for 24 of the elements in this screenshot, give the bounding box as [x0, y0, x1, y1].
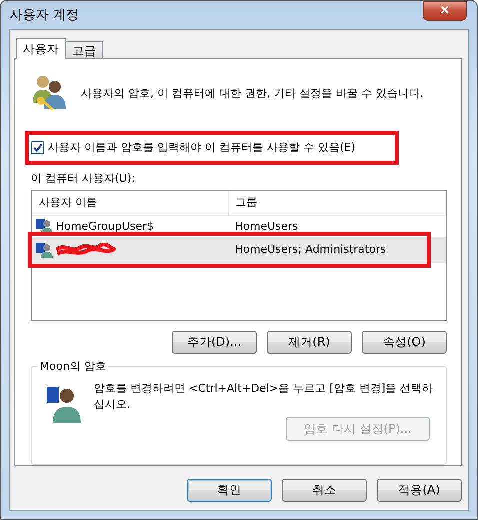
table-cell-text: HomeUsers; Administrators: [234, 243, 386, 256]
group-title: Moon의 암호: [38, 359, 108, 374]
checkbox-label[interactable]: 사용자 이름과 암호를 입력해야 이 컴퓨터를 사용할 수 있음(E): [48, 140, 356, 156]
table-cell: HomeGroupUser$: [56, 220, 154, 233]
tab[interactable]: 고급: [65, 41, 103, 58]
close-button[interactable]: ×: [423, 1, 467, 21]
tab[interactable]: 사용자: [16, 38, 66, 59]
column-header[interactable]: 그룹: [228, 190, 446, 215]
intro-text: 사용자의 암호, 이 컴퓨터에 대한 권한, 기타 설정을 바꿀 수 있습니다.: [81, 86, 424, 100]
dialog-button[interactable]: 취소: [282, 479, 367, 502]
column-header[interactable]: 사용자 이름: [32, 190, 229, 215]
list-button[interactable]: 추가(D)...: [172, 331, 257, 354]
list-button[interactable]: 속성(O): [362, 331, 447, 354]
checkbox[interactable]: [31, 141, 44, 154]
list-label: 이 컴퓨터 사용자(U):: [31, 170, 136, 186]
dialog-button[interactable]: 확인: [187, 479, 272, 502]
dialog-button[interactable]: 적용(A): [377, 479, 462, 502]
user-icon: [35, 218, 53, 234]
table-cell-text: HomeUsers: [234, 220, 298, 233]
list-row[interactable]: HomeGroupUser$ HomeUsers: [32, 216, 446, 237]
list-button[interactable]: 제거(R): [267, 331, 352, 354]
user-icon: [35, 242, 53, 258]
window-title: 사용자 계정: [10, 7, 80, 24]
group-text: 암호를 변경하려면 <Ctrl+Alt+Del>을 누르고 [암호 변경]을 선택하십시오.: [94, 381, 434, 414]
